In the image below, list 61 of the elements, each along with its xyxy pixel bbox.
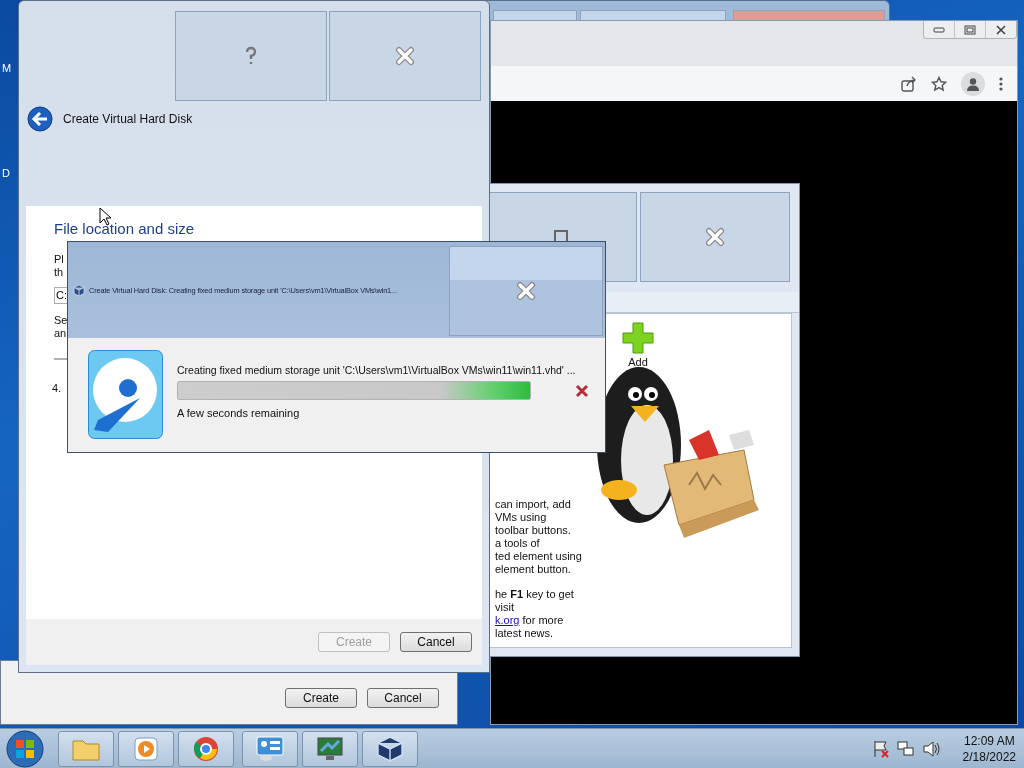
start-button[interactable] [6,729,44,768]
progress-message: Creating fixed medium storage unit 'C:\Users\vm1\VirtualBox VMs\win11\win11.vhd' ... [177,364,577,376]
help-text-line: ted element using [495,550,583,563]
share-icon [901,75,917,92]
flag-icon [872,739,889,758]
help-text-line: element button. [495,563,572,576]
close-icon [705,227,725,247]
close-icon [516,281,536,301]
taskbar-button[interactable] [302,730,358,767]
plus-icon [622,322,654,354]
windows-logo-icon [6,729,44,768]
maximize-button[interactable] [580,10,726,20]
cube-icon [73,283,85,297]
help-text-line: a tools of [495,537,541,550]
minimize-button[interactable] [924,21,954,38]
close-icon [395,46,415,66]
page-heading: File location and size [54,220,195,237]
description-text: th [54,266,64,279]
description-text: an [54,327,67,340]
clock-date: 2/18/2022 [962,748,1016,765]
add-label[interactable]: Add [628,356,648,368]
dialog-button[interactable]: Create [285,688,357,708]
play-icon [134,736,158,761]
help-text-line: he F1 key to get [495,588,575,601]
wizard-title: Create Virtual Hard Disk [63,112,193,126]
browser-icon [193,735,219,762]
size-label: 4. [52,382,62,395]
help-text-line: VMs using [495,511,548,524]
taskbar-button[interactable] [362,730,418,767]
star-icon [931,75,947,92]
help-text-line: visit [495,601,515,614]
cancel-button[interactable] [575,383,589,398]
volume-icon [922,740,941,757]
desktop-icon-label: M [2,62,12,74]
minimize-icon [933,26,945,33]
cube-icon [377,735,403,762]
dialog-button[interactable]: Cancel [367,688,439,708]
help-text-line: can import, add [495,498,572,511]
close-icon [996,24,1006,35]
cancel-icon [575,383,589,398]
help-text-line: toolbar buttons. [495,524,572,537]
control-panel-icon [256,735,284,762]
monitor-icon [316,735,344,762]
time-remaining-text: A few seconds remaining [177,407,301,419]
desktop-icon-label: D [2,167,10,179]
website-link[interactable]: k.org [495,614,520,626]
dialog-button[interactable]: Cancel [400,632,472,652]
help-text-line: k.org for more [495,614,565,627]
question-icon [244,46,258,66]
menu-icon [999,75,1003,92]
description-text: Pl [54,253,64,266]
network-icon [896,739,915,758]
profile-button[interactable] [961,71,985,96]
description-text: Se [54,314,68,327]
minimize-button[interactable] [493,10,577,20]
person-icon [966,76,980,91]
clock-time: 12:09 AM [963,732,1015,749]
close-button[interactable] [985,21,1016,38]
help-button[interactable] [175,11,327,101]
help-text-line: latest news. [495,627,555,640]
maximize-icon [964,24,976,35]
